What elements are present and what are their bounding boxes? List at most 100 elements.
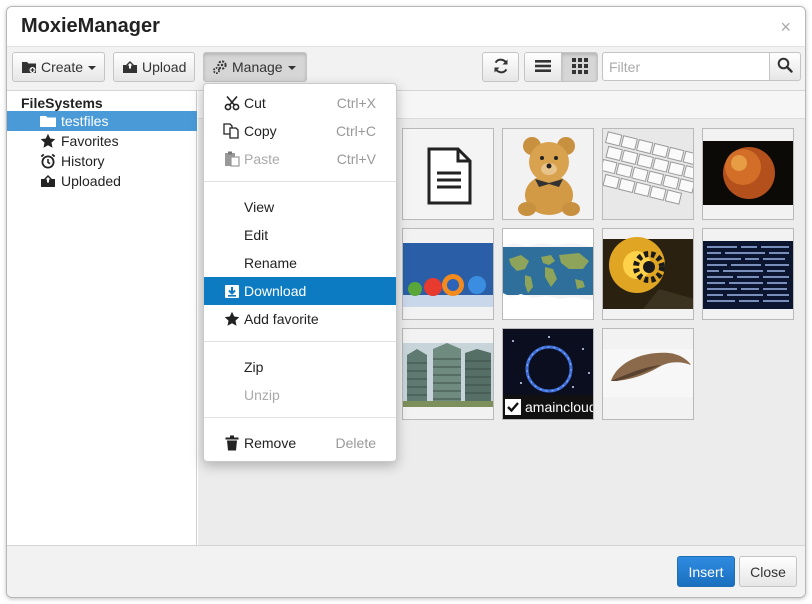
trash-icon (223, 435, 241, 451)
menu-item-label: Remove (244, 435, 297, 451)
planet-image (703, 129, 793, 219)
code-screen-image (703, 229, 793, 319)
menu-item-label: Add favorite (244, 311, 319, 327)
alarm-clock-icon (39, 153, 57, 169)
thumbnail-keyboard[interactable] (602, 128, 694, 220)
thumbnail-label-bar: amaincloud (503, 395, 593, 419)
thumbnail-filename: amaincloud (525, 399, 593, 415)
copy-icon (223, 123, 241, 139)
upload-button[interactable]: Upload (113, 52, 195, 82)
thumbnail-teddy-bear[interactable] (502, 128, 594, 220)
title-bar: MoxieManager × (7, 7, 805, 47)
thumbnail-amaincloud[interactable]: amaincloud (502, 328, 594, 420)
thumbnail-claw[interactable] (602, 328, 694, 420)
menu-item-download[interactable]: Download (204, 277, 396, 305)
chevron-down-icon (287, 66, 296, 70)
menu-item-label: Copy (244, 123, 277, 139)
menu-divider (204, 341, 396, 342)
thumbnail-document[interactable] (402, 128, 494, 220)
upload-icon (122, 60, 138, 74)
menu-item-label: Paste (244, 151, 280, 167)
menu-item-shortcut: Ctrl+X (336, 95, 376, 111)
browser-icons-image (403, 229, 493, 319)
document-icon (403, 129, 493, 219)
buildings-image (403, 329, 493, 419)
thumbnail-planet[interactable] (702, 128, 794, 220)
star-icon (39, 133, 57, 149)
scissors-icon (223, 95, 241, 111)
search-icon (777, 57, 793, 76)
sidebar-item-testfiles[interactable]: testfiles (7, 111, 197, 131)
menu-item-shortcut: Delete (335, 435, 376, 451)
sidebar-item-uploaded[interactable]: Uploaded (7, 171, 197, 191)
teddy-bear-image (503, 129, 593, 219)
chevron-down-icon (88, 66, 97, 70)
menu-item-label: Download (244, 283, 307, 299)
folder-icon (39, 114, 57, 128)
refresh-button[interactable] (482, 52, 519, 82)
thumbnail-world-map[interactable] (502, 228, 594, 320)
insert-button[interactable]: Insert (677, 556, 735, 587)
claw-image (603, 329, 693, 419)
gears-icon (212, 60, 228, 74)
moxiemanager-dialog: MoxieManager × Create Upload Manage Filt… (6, 6, 806, 598)
sidebar-item-history[interactable]: History (7, 151, 197, 171)
search-button[interactable] (769, 52, 801, 81)
refresh-icon (492, 57, 510, 78)
menu-divider (204, 181, 396, 182)
upload-folder-icon (39, 174, 57, 188)
thumbnail-browser-icons[interactable] (402, 228, 494, 320)
manage-button[interactable]: Manage (203, 52, 307, 82)
grid-icon (571, 57, 588, 77)
sidebar-item-favorites[interactable]: Favorites (7, 131, 197, 151)
paste-icon (223, 151, 241, 167)
menu-item-zip[interactable]: Zip (204, 353, 396, 381)
menu-item-shortcut: Ctrl+C (335, 123, 376, 139)
menu-item-label: Unzip (244, 387, 280, 403)
menu-item-unzip[interactable]: Unzip (204, 381, 396, 409)
menu-item-cut[interactable]: Cut Ctrl+X (204, 89, 396, 117)
create-label: Create (41, 59, 84, 75)
checkbox-checked[interactable] (505, 399, 521, 415)
thumbnail-code-screen[interactable] (702, 228, 794, 320)
world-map-image (503, 229, 593, 319)
thumbnail-gear[interactable] (602, 228, 694, 320)
manage-dropdown-menu: Cut Ctrl+X Copy Ctrl+C Paste Ctrl+V View… (203, 83, 397, 462)
new-folder-icon (21, 60, 37, 74)
menu-item-remove[interactable]: Remove Delete (204, 429, 396, 457)
list-view-button[interactable] (524, 52, 562, 82)
menu-item-add-favorite[interactable]: Add favorite (204, 305, 396, 333)
dialog-title: MoxieManager (21, 15, 160, 37)
gear-image (603, 229, 693, 319)
filter-input[interactable] (602, 52, 770, 81)
sidebar-item-label: Favorites (61, 133, 119, 149)
menu-item-rename[interactable]: Rename (204, 249, 396, 277)
menu-item-label: Edit (244, 227, 269, 243)
close-icon[interactable]: × (780, 17, 791, 38)
sidebar: FileSystems testfiles Favorites History … (7, 91, 197, 545)
download-icon (223, 283, 241, 299)
filesystems-root: FileSystems (21, 95, 103, 111)
menu-item-label: Cut (244, 95, 266, 111)
sidebar-item-label: testfiles (61, 113, 109, 129)
create-button[interactable]: Create (12, 52, 105, 82)
manage-label: Manage (232, 59, 283, 75)
sidebar-item-label: Uploaded (61, 173, 121, 189)
dialog-footer: Insert Close (7, 545, 805, 597)
close-button[interactable]: Close (739, 556, 797, 587)
menu-item-edit[interactable]: Edit (204, 221, 396, 249)
menu-item-label: Zip (244, 359, 264, 375)
menu-divider (204, 417, 396, 418)
check-icon (507, 402, 519, 413)
thumbnail-buildings[interactable] (402, 328, 494, 420)
menu-item-copy[interactable]: Copy Ctrl+C (204, 117, 396, 145)
sidebar-item-label: History (61, 153, 105, 169)
menu-item-paste[interactable]: Paste Ctrl+V (204, 145, 396, 173)
menu-item-view[interactable]: View (204, 193, 396, 221)
list-icon (535, 59, 551, 76)
menu-item-label: View (244, 199, 275, 215)
menu-item-label: Rename (244, 255, 297, 271)
upload-label: Upload (142, 59, 187, 75)
star-icon (223, 311, 241, 327)
grid-view-button[interactable] (561, 52, 598, 82)
